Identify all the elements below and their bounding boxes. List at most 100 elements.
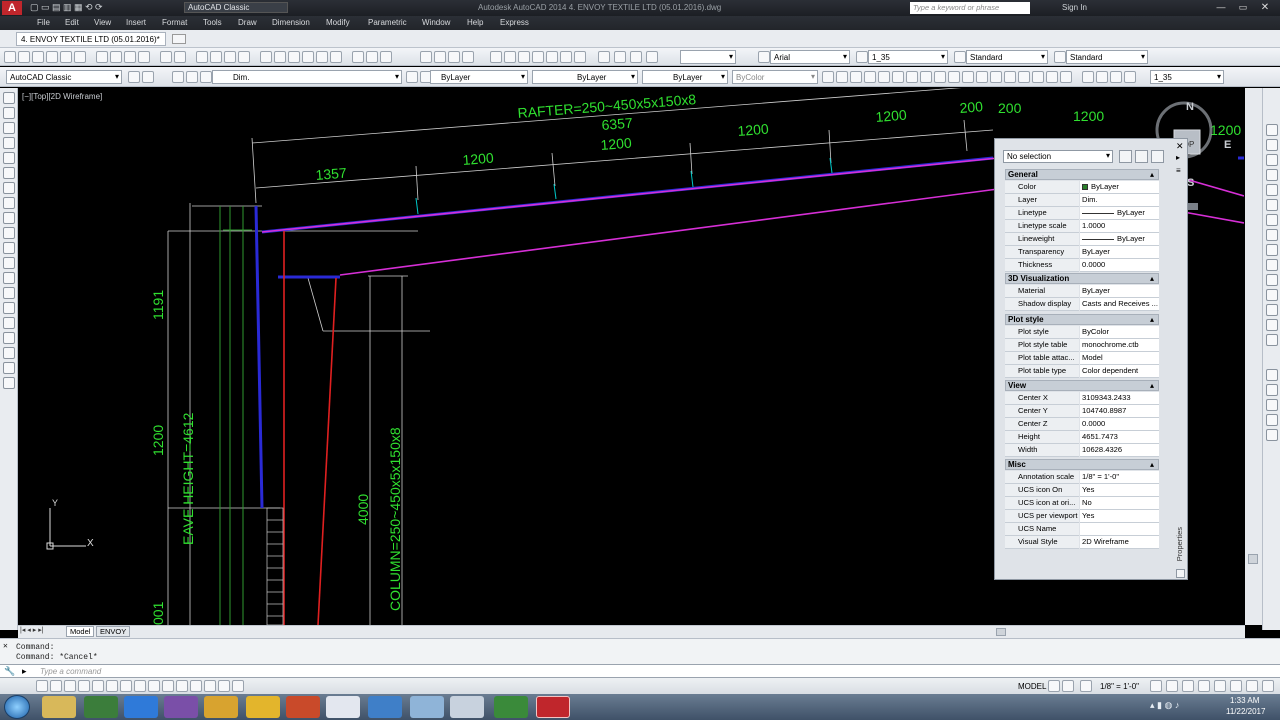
ellipse-icon[interactable] [906, 71, 918, 83]
quick-calc-icon[interactable] [598, 51, 610, 63]
pan-icon[interactable] [196, 51, 208, 63]
selection-select[interactable]: No selection [1003, 150, 1113, 163]
tab-envoy[interactable]: ENVOY [96, 626, 131, 637]
ellipse-tool-icon[interactable] [3, 227, 15, 239]
search-input[interactable]: Type a keyword or phrase [910, 2, 1030, 14]
section-plot-style[interactable]: Plot style [1005, 314, 1159, 325]
menu-express[interactable]: Express [500, 18, 529, 27]
zoom-in-icon[interactable] [434, 51, 446, 63]
prop-row-shadow-display[interactable]: Shadow display Casts and Receives ... [1005, 298, 1159, 311]
markup-icon[interactable] [316, 51, 328, 63]
cut-icon[interactable] [96, 51, 108, 63]
prop-value[interactable]: 0.0000 [1080, 259, 1159, 272]
palette-autohide-icon[interactable]: ▸ [1176, 153, 1180, 162]
menu-window[interactable]: Window [422, 18, 450, 27]
annotation-visibility-icon[interactable] [1150, 680, 1162, 692]
hatch-icon[interactable] [646, 51, 658, 63]
block-icon[interactable] [574, 51, 586, 63]
prop-value[interactable]: 10628.4326 [1080, 444, 1159, 457]
hatch-tool-icon[interactable] [3, 302, 15, 314]
layer-select[interactable]: Dim. [212, 70, 402, 84]
sync-scale-icon[interactable] [1110, 71, 1122, 83]
prop-value[interactable] [1080, 523, 1159, 536]
prop-value[interactable]: Dim. [1080, 194, 1159, 207]
auto-scale-icon[interactable] [1166, 680, 1178, 692]
preview-icon[interactable] [74, 51, 86, 63]
prop-row-center-x[interactable]: Center X 3109343.2433 [1005, 392, 1159, 405]
rectangle-tool-icon[interactable] [3, 152, 15, 164]
zoom-realtime-icon[interactable] [210, 51, 222, 63]
redo-arrow-icon[interactable] [380, 51, 392, 63]
calculator-icon[interactable] [330, 51, 342, 63]
close-button[interactable]: ✕ [1258, 2, 1272, 13]
prop-row-ucs-icon-origin[interactable]: UCS icon at ori... No [1005, 497, 1159, 510]
palette-properties-menu-icon[interactable]: ≡ [1176, 166, 1181, 175]
stretch-icon[interactable] [1266, 244, 1278, 256]
make-block-icon[interactable] [3, 272, 15, 284]
circle-tool-icon[interactable] [3, 182, 15, 194]
polar-tracking-icon[interactable] [92, 680, 104, 692]
prop-row-width[interactable]: Width 10628.4326 [1005, 444, 1159, 457]
line-icon[interactable] [822, 71, 834, 83]
3d-object-snap-icon[interactable] [120, 680, 132, 692]
break-at-point-icon[interactable] [1266, 289, 1278, 301]
dynamic-ucs-icon[interactable] [148, 680, 160, 692]
layer-on-icon[interactable] [172, 71, 184, 83]
quick-view-layouts-icon[interactable] [1048, 680, 1060, 692]
gradient-tool-icon[interactable] [3, 317, 15, 329]
prop-row-annotation-scale[interactable]: Annotation scale 1/8" = 1'-0" [1005, 471, 1159, 484]
prop-row-thickness[interactable]: Thickness 0.0000 [1005, 259, 1159, 272]
prop-value[interactable]: Color dependent [1080, 365, 1159, 378]
insert-table-icon[interactable] [614, 51, 626, 63]
prop-value[interactable]: ByLayer [1080, 233, 1159, 246]
toggle-pickadd-icon[interactable] [1119, 150, 1132, 163]
make-current-layer-icon[interactable] [406, 71, 418, 83]
layer-states-icon[interactable] [532, 51, 544, 63]
gradient-icon[interactable] [1004, 71, 1016, 83]
prop-value[interactable]: Yes [1080, 510, 1159, 523]
add-selected-icon[interactable] [1060, 71, 1072, 83]
show-transparency-icon[interactable] [190, 680, 202, 692]
dim-style-icon[interactable] [856, 51, 868, 63]
paste-icon[interactable] [124, 51, 136, 63]
boundary-icon[interactable] [990, 71, 1002, 83]
polygon-tool-icon[interactable] [3, 137, 15, 149]
multileader-style-icon[interactable] [1054, 51, 1066, 63]
camtasia-taskbar-icon[interactable] [494, 696, 528, 718]
help-icon[interactable] [352, 51, 364, 63]
command-panel-close-icon[interactable]: ✕ [3, 641, 8, 651]
annotation-monitor-icon[interactable] [232, 680, 244, 692]
paint-taskbar-icon[interactable] [368, 696, 402, 718]
prop-row-color[interactable]: Color ByLayer [1005, 181, 1159, 194]
quick-access-toolbar[interactable]: ▢ ▭ ▤ ▥ ▦ ⟲ ⟳ [30, 2, 180, 13]
circle-icon[interactable] [864, 71, 876, 83]
spline-icon[interactable] [892, 71, 904, 83]
scale-list-icon[interactable] [1124, 71, 1136, 83]
redo-icon[interactable] [174, 51, 186, 63]
tablestyle-select[interactable]: Standard [1066, 50, 1148, 64]
prop-row-material[interactable]: Material ByLayer [1005, 285, 1159, 298]
multiline-text-tool-icon[interactable] [3, 362, 15, 374]
internet-explorer-taskbar-icon[interactable] [124, 696, 158, 718]
polygon-icon[interactable] [920, 71, 932, 83]
region-tool-icon[interactable] [3, 332, 15, 344]
properties-icon[interactable] [260, 51, 272, 63]
field-icon[interactable] [630, 51, 642, 63]
infer-constraints-icon[interactable] [36, 680, 48, 692]
undo-arrow-icon[interactable] [366, 51, 378, 63]
prop-row-plot-style-table[interactable]: Plot style table monochrome.ctb [1005, 339, 1159, 352]
prop-row-linetype-scale[interactable]: Linetype scale 1.0000 [1005, 220, 1159, 233]
hardware-acceleration-icon[interactable] [1214, 680, 1226, 692]
object-snap-tracking-icon[interactable] [134, 680, 146, 692]
minimize-button[interactable]: — [1214, 2, 1228, 13]
quick-select-icon[interactable] [1151, 150, 1164, 163]
zoom-extents-icon[interactable] [448, 51, 460, 63]
menu-parametric[interactable]: Parametric [368, 18, 407, 27]
chamfer-icon[interactable] [1266, 334, 1278, 346]
file-explorer-taskbar-icon[interactable] [42, 696, 76, 718]
plot-icon[interactable] [60, 51, 72, 63]
dynamic-input-icon[interactable] [162, 680, 174, 692]
extend-icon[interactable] [1266, 274, 1278, 286]
start-button[interactable] [4, 695, 30, 719]
grid-display-icon[interactable] [64, 680, 76, 692]
